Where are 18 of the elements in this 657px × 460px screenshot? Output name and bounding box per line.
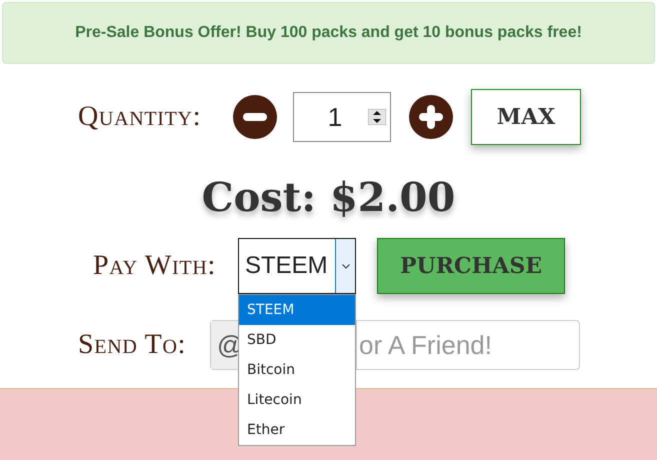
recipient-input[interactable]: or A Friend! [357,321,579,369]
spinner-icon[interactable] [368,109,386,125]
cost-text: Cost: $2.00 [202,173,456,223]
currency-select[interactable]: STEEM [238,238,356,294]
minus-button[interactable] [233,95,277,139]
chevron-down-icon [342,264,350,268]
quantity-input[interactable]: 1 [293,92,391,142]
plus-button[interactable] [409,95,453,139]
max-button[interactable]: MAX [471,89,581,145]
dropdown-option[interactable]: SBD [239,325,355,355]
dropdown-option[interactable]: Litecoin [239,385,355,415]
promo-banner-text: Pre-Sale Bonus Offer! Buy 100 packs and get 10 bonus packs free! [75,23,582,43]
purchase-button[interactable]: PURCHASE [377,238,565,294]
send-to-label: Send To: [78,328,188,362]
pay-with-label: Pay With: [93,249,217,283]
quantity-label: Quantity: [78,100,202,134]
dropdown-option[interactable]: Ether [239,415,355,445]
dropdown-option[interactable]: STEEM [239,295,355,325]
